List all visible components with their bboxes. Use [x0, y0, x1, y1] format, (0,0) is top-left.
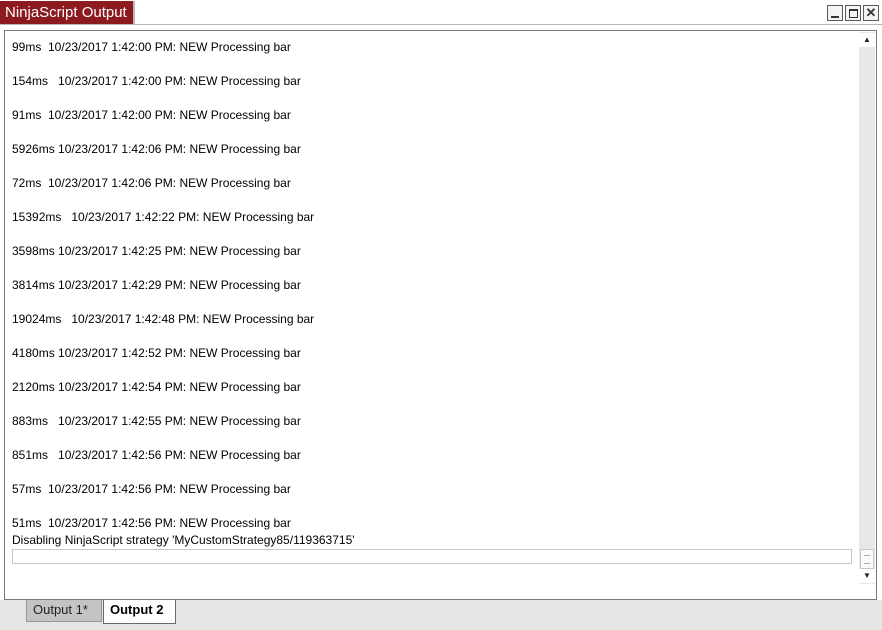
log-line: 51ms 10/23/2017 1:42:56 PM: NEW Processi…: [12, 516, 291, 530]
window-controls: ✕: [827, 5, 879, 21]
log-line: 851ms 10/23/2017 1:42:56 PM: NEW Process…: [12, 448, 301, 462]
output-tab-bar: Output 1* Output 2: [0, 600, 882, 630]
tab-output-1[interactable]: Output 1*: [26, 600, 102, 622]
log-line: 154ms 10/23/2017 1:42:00 PM: NEW Process…: [12, 74, 301, 88]
window-title[interactable]: NinjaScript Output: [0, 1, 135, 24]
close-icon[interactable]: ✕: [863, 5, 879, 21]
log-line: 883ms 10/23/2017 1:42:55 PM: NEW Process…: [12, 414, 301, 428]
tab-output-2[interactable]: Output 2: [103, 600, 176, 624]
title-bar: NinjaScript Output ✕: [0, 0, 882, 25]
scroll-up-icon[interactable]: ▲: [859, 33, 875, 47]
vertical-scrollbar[interactable]: ▲ ▼: [859, 32, 875, 584]
status-line: Disabling NinjaScript strategy 'MyCustom…: [12, 533, 355, 547]
scroll-down-icon[interactable]: ▼: [859, 569, 875, 583]
output-panel: 99ms 10/23/2017 1:42:00 PM: NEW Processi…: [4, 30, 877, 600]
log-line: 72ms 10/23/2017 1:42:06 PM: NEW Processi…: [12, 176, 291, 190]
log-line: 57ms 10/23/2017 1:42:56 PM: NEW Processi…: [12, 482, 291, 496]
log-line: 4180ms 10/23/2017 1:42:52 PM: NEW Proces…: [12, 346, 301, 360]
log-line: 19024ms 10/23/2017 1:42:48 PM: NEW Proce…: [12, 312, 315, 326]
minimize-icon[interactable]: [827, 5, 843, 21]
maximize-icon[interactable]: [845, 5, 861, 21]
log-line: 3598ms 10/23/2017 1:42:25 PM: NEW Proces…: [12, 244, 301, 258]
output-input[interactable]: [12, 549, 852, 564]
output-log[interactable]: 99ms 10/23/2017 1:42:00 PM: NEW Processi…: [12, 40, 852, 547]
log-line: 5926ms 10/23/2017 1:42:06 PM: NEW Proces…: [12, 142, 301, 156]
log-line: 99ms 10/23/2017 1:42:00 PM: NEW Processi…: [12, 40, 291, 54]
scroll-thumb[interactable]: [860, 549, 874, 569]
log-line: 3814ms 10/23/2017 1:42:29 PM: NEW Proces…: [12, 278, 301, 292]
log-line: 15392ms 10/23/2017 1:42:22 PM: NEW Proce…: [12, 210, 315, 224]
log-line: 91ms 10/23/2017 1:42:00 PM: NEW Processi…: [12, 108, 291, 122]
log-line: 2120ms 10/23/2017 1:42:54 PM: NEW Proces…: [12, 380, 301, 394]
